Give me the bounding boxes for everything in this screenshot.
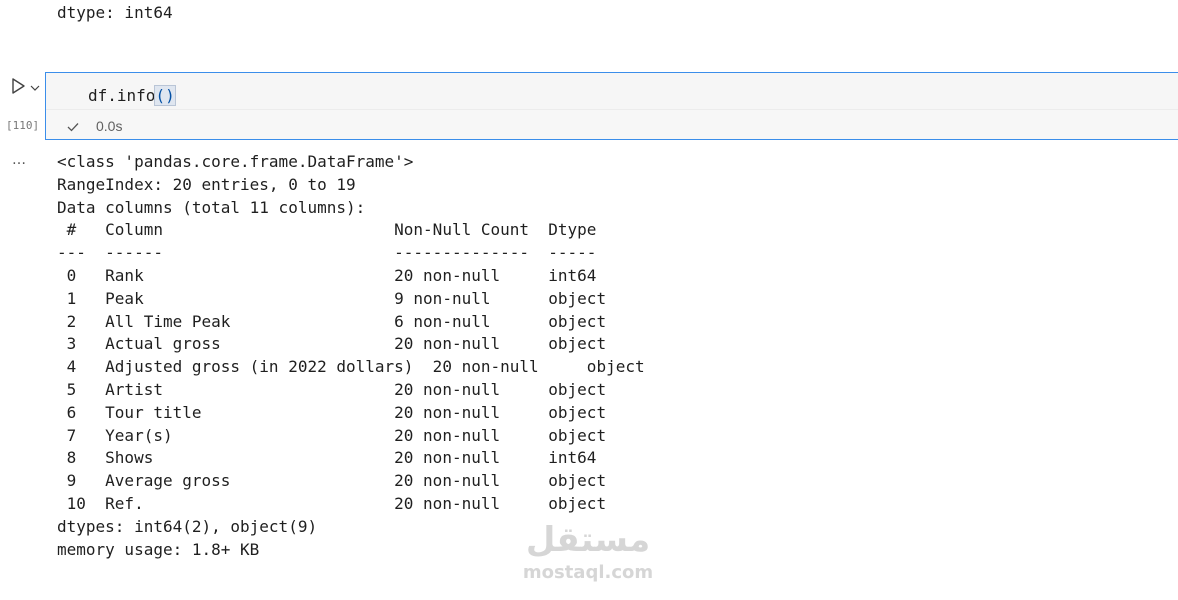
check-icon bbox=[66, 119, 80, 133]
code-cell[interactable]: df.info() 0.0s bbox=[45, 72, 1178, 140]
cell-output: <class 'pandas.core.frame.DataFrame'> Ran… bbox=[57, 151, 645, 561]
output-line: 9 Average gross 20 non-null object bbox=[57, 471, 607, 491]
watermark-arabic-text: مستقل bbox=[525, 520, 651, 560]
matched-parens: () bbox=[154, 85, 176, 106]
output-line: 8 Shows 20 non-null int64 bbox=[57, 448, 607, 468]
output-line: 5 Artist 20 non-null object bbox=[57, 379, 607, 399]
output-line: <class 'pandas.core.frame.DataFrame'> bbox=[57, 152, 414, 171]
output-line: 10 Ref. 20 non-null object bbox=[57, 493, 607, 513]
output-line: 3 Actual gross 20 non-null object bbox=[57, 334, 607, 354]
run-cell-button[interactable] bbox=[8, 76, 28, 96]
watermark: مستقل mostaql.com bbox=[513, 520, 663, 584]
code-text: df.info bbox=[88, 86, 156, 105]
code-line[interactable]: df.info() bbox=[88, 85, 176, 106]
output-line: 0 Rank 20 non-null int64 bbox=[57, 265, 607, 285]
output-line: RangeIndex: 20 entries, 0 to 19 bbox=[57, 174, 356, 194]
output-line: --- ------ -------------- ----- bbox=[57, 243, 607, 263]
execution-time: 0.0s bbox=[96, 118, 123, 134]
output-line: 6 Tour title 20 non-null object bbox=[57, 402, 607, 422]
output-line: 1 Peak 9 non-null object bbox=[57, 288, 607, 308]
output-line: # Column Non-Null Count Dtype bbox=[57, 220, 607, 240]
code-editor[interactable]: df.info() bbox=[46, 73, 1178, 110]
output-line: 7 Year(s) 20 non-null object bbox=[57, 425, 607, 445]
chevron-down-icon bbox=[30, 85, 40, 91]
output-line: 2 All Time Peak 6 non-null object bbox=[57, 311, 607, 331]
cell-menu-button[interactable] bbox=[29, 79, 41, 91]
output-line: Data columns (total 11 columns): bbox=[57, 197, 366, 217]
previous-cell-output: dtype: int64 bbox=[57, 3, 173, 22]
watermark-latin-text: mostaql.com bbox=[522, 562, 654, 583]
output-line: 4 Adjusted gross (in 2022 dollars) 20 no… bbox=[57, 357, 645, 377]
play-icon bbox=[12, 78, 25, 94]
execution-count: [110] bbox=[6, 119, 40, 132]
output-menu-button[interactable]: … bbox=[12, 152, 27, 168]
